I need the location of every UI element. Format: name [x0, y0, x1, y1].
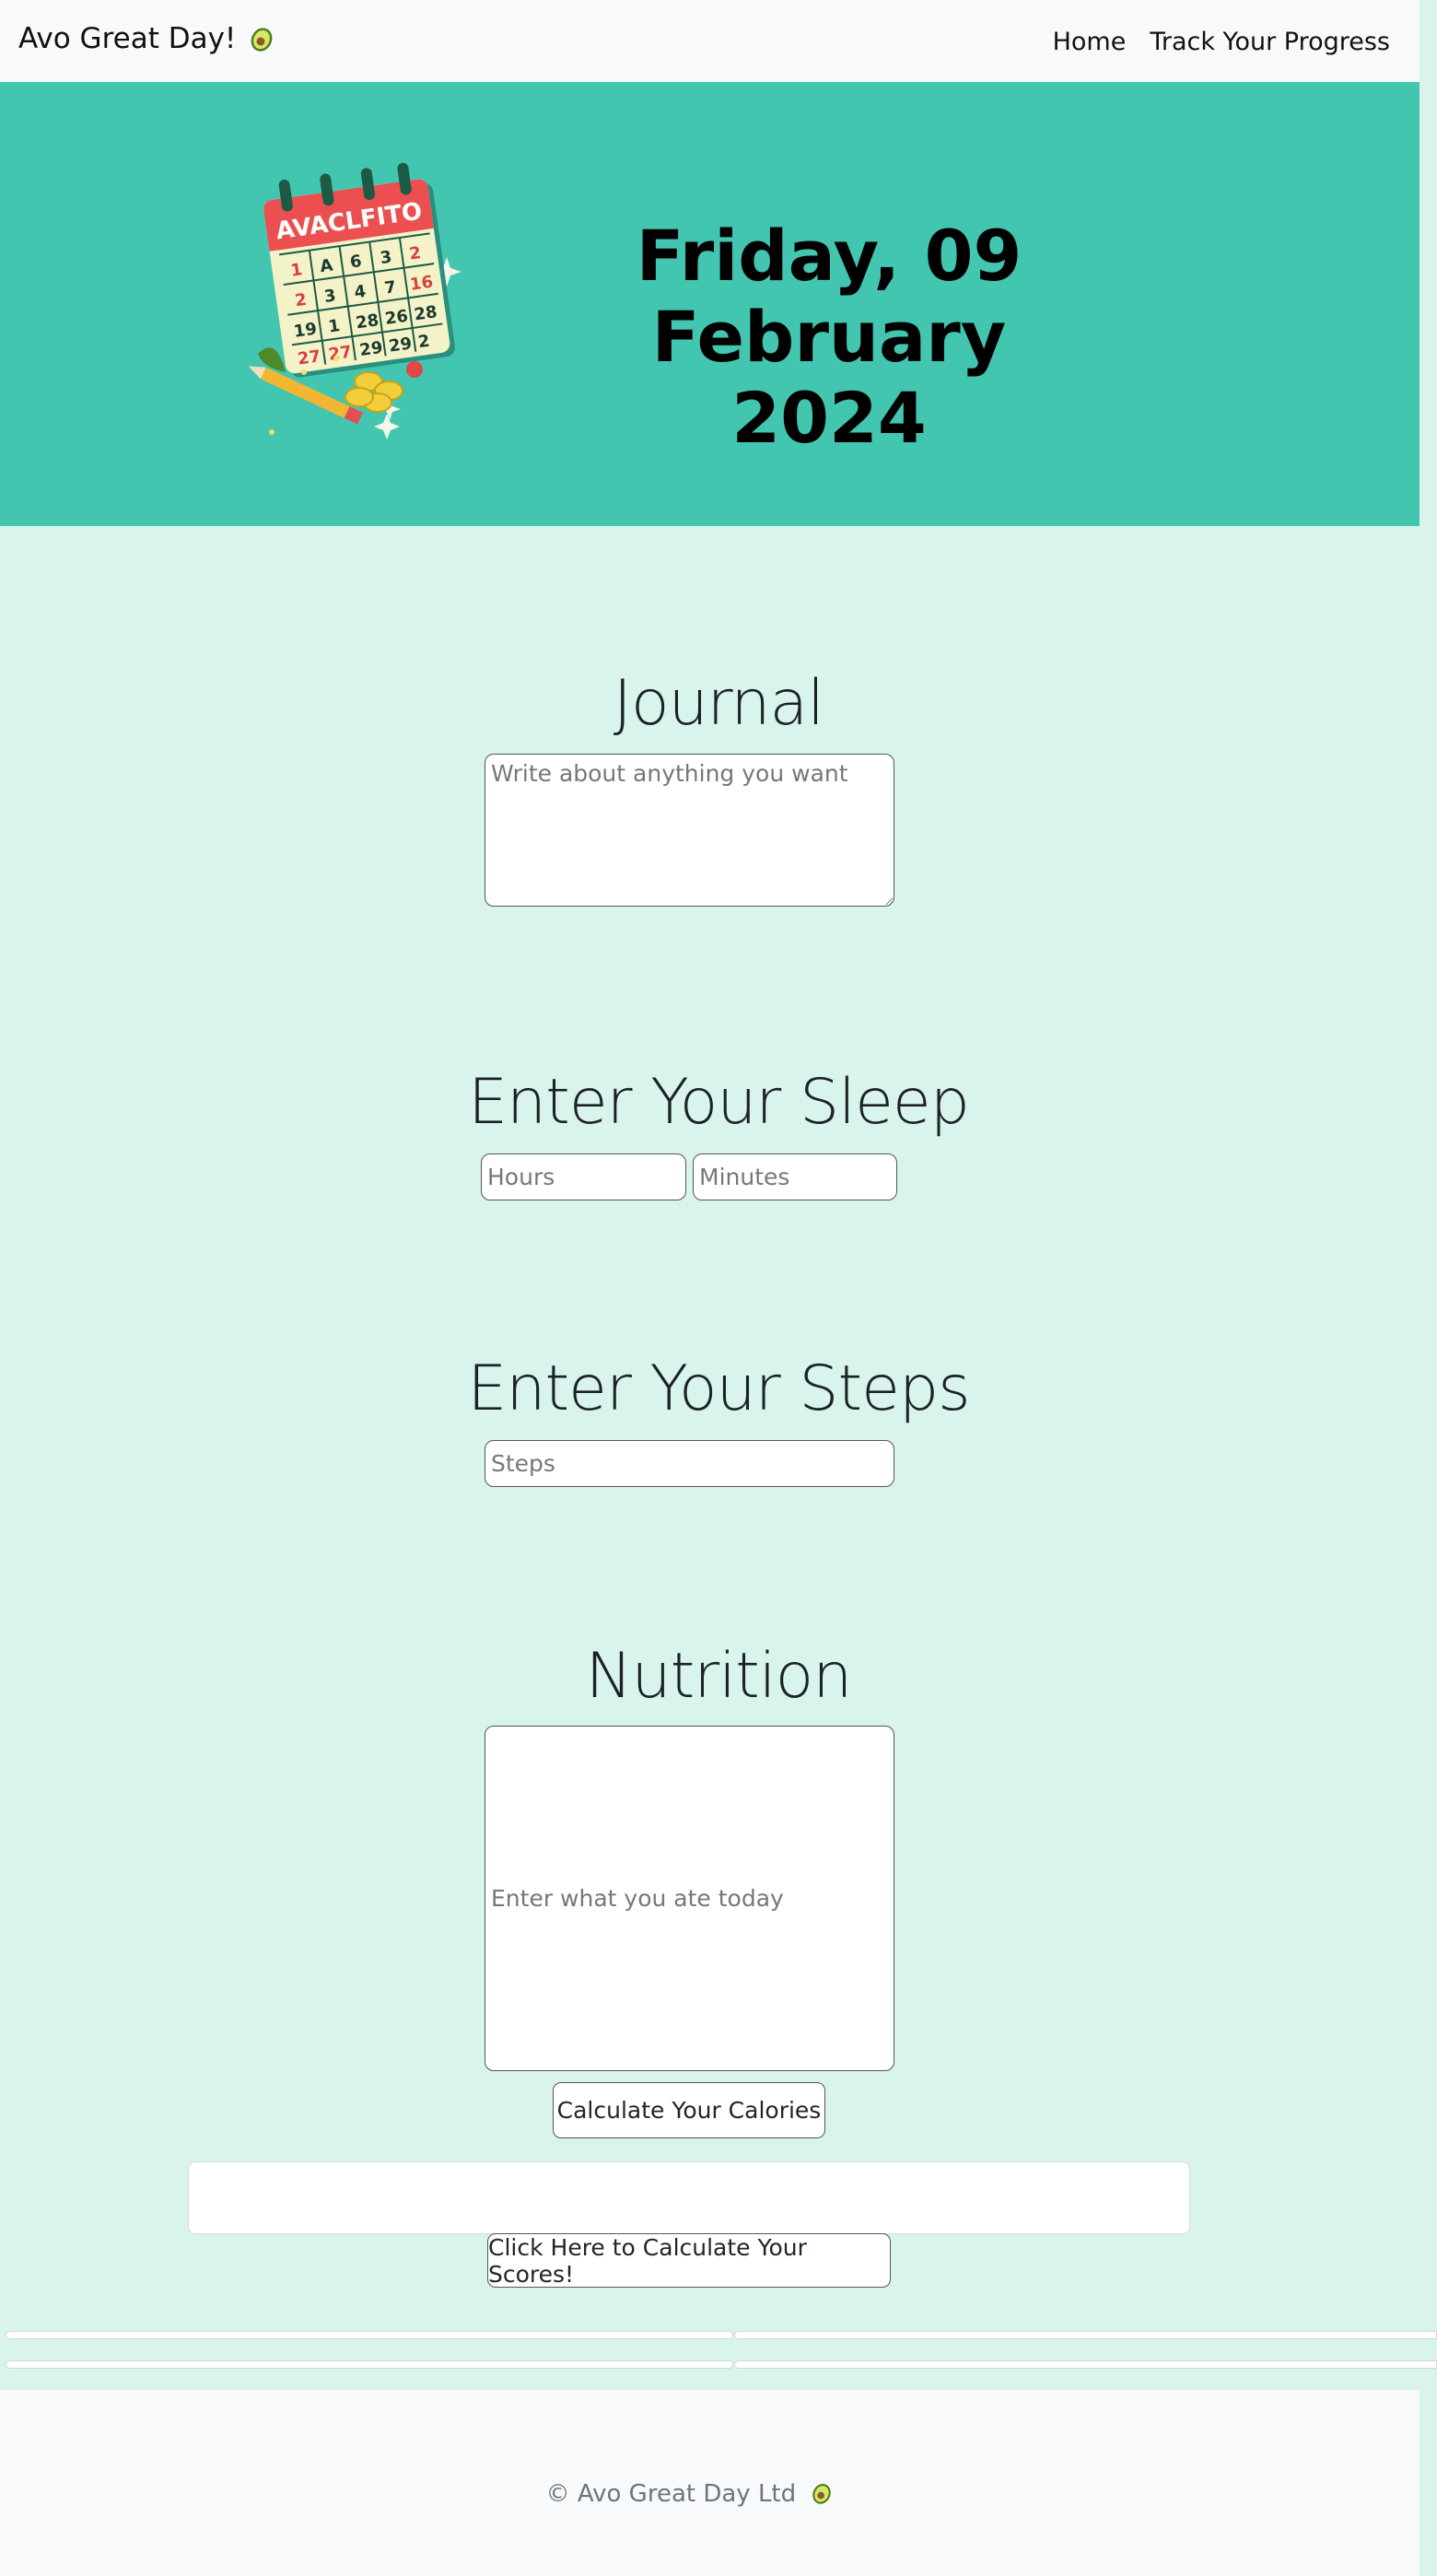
journal-textarea[interactable] — [485, 754, 894, 907]
svg-text:19: 19 — [293, 320, 319, 342]
hero-banner: AVACLFITO 1A632 2 3 4 7 16 19 1 28 26 28 27 27 29 2… — [0, 82, 1419, 526]
calendar-illustration: AVACLFITO 1A632 2 3 4 7 16 19 1 28 26 28 27 27 29 2… — [249, 162, 461, 439]
steps-input[interactable] — [485, 1440, 894, 1487]
avocado-icon — [812, 2484, 832, 2504]
steps-title: Enter Your Steps — [467, 1352, 970, 1425]
footer-copyright: © Avo Great Day Ltd — [0, 2480, 1379, 2508]
calories-result-box — [188, 2161, 1190, 2234]
sleep-minutes-input[interactable] — [693, 1153, 897, 1200]
svg-text:16: 16 — [409, 273, 435, 295]
score-bar — [6, 2331, 733, 2339]
score-bar — [734, 2331, 1437, 2339]
current-date: Friday, 09 February 2024 — [479, 216, 1179, 459]
svg-text:27: 27 — [297, 346, 322, 369]
date-line-2: 2024 — [731, 377, 927, 459]
nav-link-track-progress[interactable]: Track Your Progress — [1150, 28, 1390, 56]
svg-text:28: 28 — [413, 302, 438, 324]
calculate-calories-button[interactable]: Calculate Your Calories — [553, 2082, 825, 2138]
sleep-title: Enter Your Sleep — [468, 1066, 970, 1139]
nav-link-home[interactable]: Home — [1053, 28, 1127, 56]
avocado-icon — [251, 28, 273, 52]
sleep-hours-input[interactable] — [481, 1153, 686, 1200]
footer: © Avo Great Day Ltd — [0, 2390, 1419, 2576]
svg-text:27: 27 — [327, 343, 353, 365]
journal-title: Journal — [613, 667, 824, 740]
score-bar — [734, 2360, 1437, 2369]
svg-text:29: 29 — [388, 334, 414, 356]
nav-links: Home Track Your Progress — [1053, 28, 1390, 56]
navbar: Avo Great Day! Home Track Your Progress — [0, 0, 1419, 82]
nutrition-placeholder: Enter what you ate today — [491, 1885, 784, 1912]
nutrition-title: Nutrition — [585, 1640, 853, 1713]
svg-text:26: 26 — [384, 307, 410, 329]
brand[interactable]: Avo Great Day! — [18, 22, 275, 55]
date-line-1: Friday, 09 February — [636, 215, 1022, 378]
svg-text:A: A — [319, 255, 334, 276]
scrollbar-track[interactable] — [1419, 0, 1437, 2576]
footer-text: © Avo Great Day Ltd — [545, 2480, 797, 2508]
nutrition-textarea[interactable]: Enter what you ate today — [485, 1726, 894, 2071]
score-bar — [6, 2360, 733, 2369]
brand-label: Avo Great Day! — [18, 22, 237, 55]
calculate-scores-button[interactable]: Click Here to Calculate Your Scores! — [487, 2233, 891, 2288]
svg-text:28: 28 — [355, 310, 380, 333]
svg-text:29: 29 — [358, 338, 384, 360]
